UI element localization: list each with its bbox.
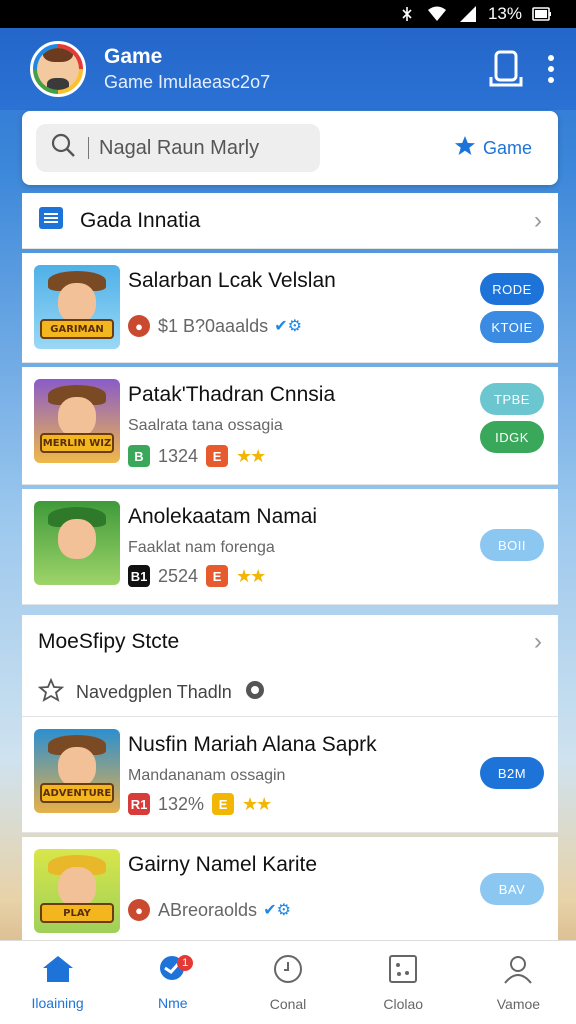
verified-icon: ✔⚙ [274, 318, 302, 335]
section-title: MoeSfipy Stcte [38, 630, 180, 653]
bottom-tab-bar: Iloaining 1 Nme Conal Clolao Vamoe [0, 940, 576, 1024]
app-mini-icon: R1 [128, 793, 150, 815]
more-icon[interactable] [546, 53, 556, 85]
item-meta: R1 132% E ★★ [128, 793, 272, 815]
item-meta: B1 2524 E ★★ [128, 565, 266, 587]
chat-bubble-icon [244, 679, 266, 706]
header-subtitle: Game Imulaeasc2o7 [104, 72, 271, 92]
app-header: Game Game Imulaeasc2o7 [0, 28, 576, 110]
game-list: Gada Innatia › GARIMAN Salarban Lcak Vel… [22, 193, 558, 953]
chevron-right-icon: › [534, 206, 542, 234]
search-card: Nagal Raun Marly Game [22, 111, 558, 185]
signal-icon [458, 5, 478, 23]
action-button-secondary[interactable]: IDGK [480, 421, 544, 453]
action-button-primary[interactable]: TPBE [480, 383, 544, 415]
tab-label: Clolao [383, 996, 424, 1012]
tab-messages[interactable]: 1 Nme [115, 941, 230, 1024]
developer-avatar: ● [128, 899, 150, 921]
item-title: Salarban Lcak Velslan [128, 269, 336, 292]
action-button-primary[interactable]: BAV [480, 873, 544, 905]
app-mini-icon: B1 [128, 565, 150, 587]
item-subtitle: Mandananam ossagin [128, 767, 286, 784]
section-title: Gada Innatia [80, 208, 201, 232]
section-header[interactable]: MoeSfipy Stcte › [22, 615, 558, 669]
action-button-secondary[interactable]: KTOIE [480, 311, 544, 343]
user-icon [502, 953, 534, 988]
battery-percent: 13% [487, 4, 522, 23]
section-subrow[interactable]: Navedgplen Thadln [22, 669, 558, 717]
award-icon: E [206, 445, 229, 467]
tab-label: Vamoe [496, 996, 541, 1012]
game-thumbnail: MERLIN WIZ [34, 379, 120, 463]
clock-icon [272, 953, 304, 988]
list-item[interactable]: PLAY Gairny Namel Karite ● ABreoraolds ✔… [22, 837, 558, 941]
vibrate-icon [398, 5, 416, 23]
award-icon: E [206, 565, 229, 587]
avatar[interactable] [30, 41, 86, 97]
battery-icon [532, 6, 552, 22]
action-button-primary[interactable]: RODE [480, 273, 544, 305]
list-item[interactable]: ADVENTURE Nusfin Mariah Alana Saprk Mand… [22, 717, 558, 833]
header-text: Game Game Imulaeasc2o7 [104, 45, 466, 93]
developer-avatar: ● [128, 315, 150, 337]
tab-clock[interactable]: Conal [230, 941, 345, 1024]
item-meta: B 1324 E ★★ [128, 445, 266, 467]
search-icon [50, 132, 76, 164]
grid-icon [387, 953, 419, 988]
home-icon [41, 954, 75, 987]
item-rating: 1324 [158, 445, 199, 466]
list-icon [38, 205, 64, 237]
notification-badge: 1 [177, 955, 194, 971]
award-icon: E [212, 793, 235, 815]
item-subtitle: Faaklat nam forenga [128, 539, 275, 556]
game-thumbnail: PLAY [34, 849, 120, 933]
section-header[interactable]: Gada Innatia › [22, 193, 558, 249]
star-rating-icon: ★★ [236, 445, 266, 466]
tab-grid[interactable]: Clolao [346, 941, 461, 1024]
game-thumbnail [34, 501, 120, 585]
bookmark-star-icon [37, 677, 65, 707]
item-title: Anolekaatam Namai [128, 505, 318, 528]
item-meta: ● ABreoraolds ✔⚙ [128, 899, 291, 921]
section-subrow-label: Navedgplen Thadln [76, 682, 232, 702]
item-title: Nusfin Mariah Alana Saprk [128, 733, 377, 756]
chevron-right-icon: › [534, 628, 542, 655]
list-item[interactable]: MERLIN WIZ Patak'Thadran Cnnsia Saalrata… [22, 367, 558, 485]
item-meta-text: $1 B?0aaalds [158, 315, 269, 336]
star-icon [453, 134, 477, 163]
search-placeholder: Nagal Raun Marly [99, 136, 260, 159]
game-thumbnail: GARIMAN [34, 265, 120, 349]
action-button-primary[interactable]: B2M [480, 757, 544, 789]
verified-icon: ✔⚙ [263, 902, 291, 919]
star-rating-icon: ★★ [242, 793, 272, 814]
item-title: Patak'Thadran Cnnsia [128, 383, 336, 406]
tab-home[interactable]: Iloaining [0, 941, 115, 1024]
list-item[interactable]: GARIMAN Salarban Lcak Velslan ● $1 B?0aa… [22, 253, 558, 363]
search-input[interactable]: Nagal Raun Marly [36, 124, 320, 172]
tab-label: Conal [269, 996, 307, 1012]
item-meta-text: ABreoraolds [158, 899, 258, 920]
item-meta: ● $1 B?0aaalds ✔⚙ [128, 315, 302, 337]
header-title: Game [104, 45, 163, 68]
tab-profile[interactable]: Vamoe [461, 941, 576, 1024]
star-rating-icon: ★★ [236, 565, 266, 586]
game-link-label: Game [482, 137, 532, 158]
wifi-icon [426, 5, 448, 23]
tab-label: Nme [158, 995, 188, 1011]
device-icon[interactable] [488, 49, 524, 89]
game-link[interactable]: Game [453, 134, 532, 163]
item-subtitle: Saalrata tana ossagia [128, 417, 283, 434]
item-title: Gairny Namel Karite [128, 853, 318, 876]
item-rating: 2524 [158, 565, 199, 586]
game-thumbnail: ADVENTURE [34, 729, 120, 813]
list-item[interactable]: Anolekaatam Namai Faaklat nam forenga B1… [22, 489, 558, 605]
action-button-primary[interactable]: BOII [480, 529, 544, 561]
tab-label: Iloaining [31, 995, 84, 1011]
app-mini-icon: B [128, 445, 150, 467]
item-rating: 132% [158, 793, 205, 814]
status-bar: 13% [0, 0, 576, 28]
